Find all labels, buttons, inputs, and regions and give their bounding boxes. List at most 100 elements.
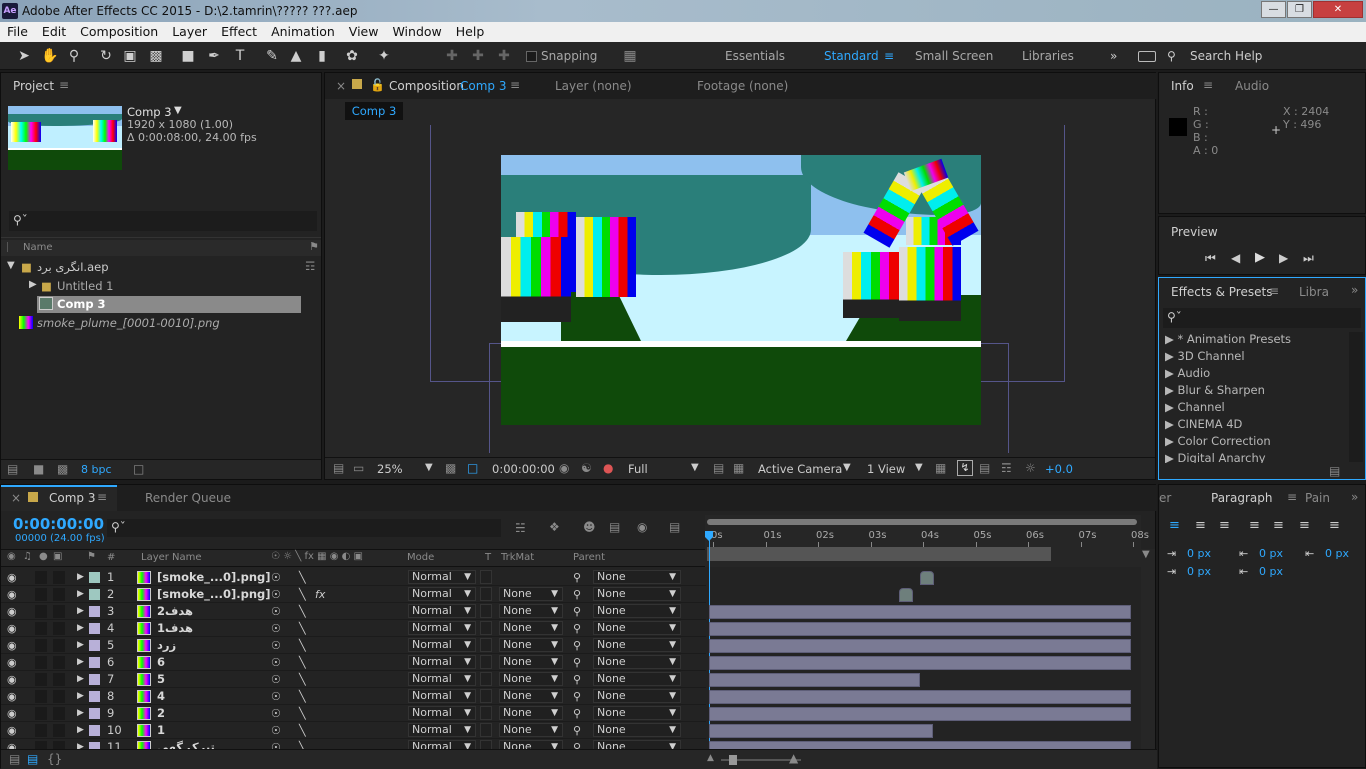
preserve-transparency-toggle[interactable] (480, 655, 492, 669)
brush-tool-icon[interactable]: ✎ (262, 46, 282, 66)
expand-arrow-icon[interactable]: ▶ (29, 279, 37, 290)
pan-behind-tool-icon[interactable]: ▩ (146, 46, 166, 66)
shy-icon[interactable]: ☉ (271, 688, 281, 705)
project-panel-title[interactable]: Project (13, 79, 54, 93)
shy-icon[interactable]: ☉ (271, 705, 281, 722)
close-button[interactable]: ✕ (1313, 1, 1363, 18)
lock-toggle[interactable] (53, 571, 65, 584)
effect-category[interactable]: ▶ Audio (1165, 366, 1210, 380)
mode-dropdown[interactable]: Normal ▼ (408, 706, 476, 720)
tab-footage[interactable]: Footage (none) (697, 79, 788, 93)
hand-tool-icon[interactable]: ✋ (40, 46, 60, 66)
panel-menu-icon[interactable]: ≡ (1287, 490, 1297, 504)
solo-toggle[interactable] (35, 622, 47, 635)
indent-right-value[interactable]: 0 px (1325, 547, 1349, 560)
parent-dropdown[interactable]: None ▼ (593, 689, 681, 703)
views-dropdown[interactable]: 1 View (867, 462, 905, 476)
comp-name[interactable]: Comp 3 (127, 105, 172, 119)
layer-duration-bar[interactable] (709, 707, 1131, 721)
lock-toggle[interactable] (53, 724, 65, 737)
toggle-switches-icon[interactable]: ▤ (9, 752, 20, 766)
mode-dropdown[interactable]: Normal ▼ (408, 621, 476, 635)
minimize-button[interactable]: — (1261, 1, 1286, 18)
trkmat-dropdown[interactable]: None ▼ (499, 638, 563, 652)
parent-dropdown[interactable]: None ▼ (593, 706, 681, 720)
pickwhip-icon[interactable]: ⚲ (573, 637, 581, 654)
solo-switch-icon[interactable]: ● (39, 551, 48, 562)
align-right-icon[interactable]: ≡ (1219, 518, 1230, 533)
menu-layer[interactable]: Layer (165, 22, 214, 42)
flowchart-icon[interactable]: ☶ (1001, 461, 1012, 475)
expand-arrow-icon[interactable]: ▶ (77, 722, 84, 739)
layer-row[interactable]: ◉ ▶ 10 1 ☉ ╲ Normal ▼ None ▼ ⚲ None ▼ (1, 722, 706, 739)
new-composition-icon[interactable]: ▩ (57, 462, 68, 476)
rotation-tool-icon[interactable]: ↻ (96, 46, 116, 66)
preserve-transparency-toggle[interactable] (480, 621, 492, 635)
lock-toggle[interactable] (53, 588, 65, 601)
trkmat-dropdown[interactable]: None ▼ (499, 723, 563, 737)
solo-toggle[interactable] (35, 724, 47, 737)
project-item[interactable]: ▼ ■ انگری برد.aep ☶ (1, 259, 321, 276)
chevron-down-icon[interactable]: ▼ (691, 462, 699, 473)
first-line-indent-value[interactable]: 0 px (1187, 565, 1211, 578)
label-color-swatch[interactable] (89, 691, 100, 702)
clone-stamp-tool-icon[interactable]: ▲ (286, 46, 306, 66)
mode-dropdown[interactable]: Normal ▼ (408, 604, 476, 618)
shy-icon[interactable]: ☉ (271, 620, 281, 637)
preserve-transparency-toggle[interactable] (480, 587, 492, 601)
layer-row[interactable]: ◉ ▶ 3 هدف2 ☉ ╲ Normal ▼ None ▼ ⚲ None ▼ (1, 603, 706, 620)
expand-arrow-icon[interactable]: ▼ (7, 260, 15, 271)
zoom-in-icon[interactable]: ▲ (789, 751, 798, 765)
effect-category[interactable]: ▶ Digital Anarchy (1165, 451, 1266, 463)
pickwhip-icon[interactable]: ⚲ (573, 586, 581, 603)
chevron-down-icon[interactable]: ▼ (843, 462, 851, 473)
timeline-timecode[interactable]: 0:00:00:00 (13, 515, 104, 533)
layer-duration-bar[interactable] (709, 724, 933, 738)
new-preset-icon[interactable]: ▤ (1329, 464, 1340, 478)
comp-dropdown-icon[interactable]: ▼ (174, 105, 182, 116)
label-color-swatch[interactable] (89, 674, 100, 685)
zoom-out-icon[interactable]: ▲ (707, 753, 714, 763)
eye-icon[interactable]: ◉ (7, 586, 17, 603)
tab-render-queue[interactable]: Render Queue (145, 491, 231, 505)
quality-icon[interactable]: ╲ (299, 620, 306, 637)
label-icon[interactable]: ⚑ (87, 551, 96, 562)
lock-toggle[interactable] (53, 690, 65, 703)
solo-toggle[interactable] (35, 639, 47, 652)
parent-dropdown[interactable]: None ▼ (593, 672, 681, 686)
label-column-icon[interactable]: ⚑ (309, 240, 319, 253)
workspace-menu-icon[interactable]: ≡ (884, 49, 894, 63)
layer-row[interactable]: ◉ ▶ 7 5 ☉ ╲ Normal ▼ None ▼ ⚲ None ▼ (1, 671, 706, 688)
world-axis-icon[interactable]: ✚ (468, 46, 488, 66)
shy-layers-icon[interactable]: ☻ (583, 520, 596, 534)
trkmat-dropdown[interactable]: None ▼ (499, 604, 563, 618)
eye-icon[interactable]: ◉ (7, 569, 17, 586)
eye-icon[interactable]: ◉ (7, 637, 17, 654)
indent-left-value[interactable]: 0 px (1187, 547, 1211, 560)
panel-menu-icon[interactable]: ≡ (1269, 284, 1279, 298)
show-snapshot-icon[interactable]: ☯ (581, 461, 592, 475)
tab-libraries[interactable]: Libra (1299, 285, 1329, 299)
trkmat-dropdown[interactable]: None ▼ (499, 655, 563, 669)
space-before-value[interactable]: 0 px (1259, 547, 1283, 560)
draft-3d-icon[interactable]: ❖ (549, 520, 560, 534)
panel-menu-icon[interactable]: ≡ (1203, 78, 1213, 92)
new-folder-icon[interactable]: ■ (33, 462, 44, 476)
expand-arrow-icon[interactable]: ▶ (77, 637, 84, 654)
mode-dropdown[interactable]: Normal ▼ (408, 723, 476, 737)
parent-dropdown[interactable]: None ▼ (593, 723, 681, 737)
pen-tool-icon[interactable]: ✒ (204, 46, 224, 66)
paragraph-panel-title[interactable]: Paragraph (1211, 491, 1272, 505)
trkmat-dropdown[interactable]: None ▼ (499, 706, 563, 720)
trkmat-dropdown[interactable]: None ▼ (499, 672, 563, 686)
next-frame-icon[interactable]: ▶ (1279, 251, 1288, 265)
layer-duration-bar[interactable] (709, 622, 1131, 636)
comp-marker-icon[interactable]: ▼ (1142, 549, 1150, 560)
tab-layer[interactable]: Layer (none) (555, 79, 632, 93)
shy-icon[interactable]: ☉ (271, 637, 281, 654)
transparency-grid-icon[interactable]: ▦ (733, 461, 744, 475)
timeline-search-input[interactable]: ⚲ˇ (107, 519, 501, 537)
solo-toggle[interactable] (35, 656, 47, 669)
label-color-swatch[interactable] (89, 657, 100, 668)
time-ruler[interactable]: 0s 01s 02s 03s 04s 05s 06s 07s 08s (705, 515, 1149, 567)
